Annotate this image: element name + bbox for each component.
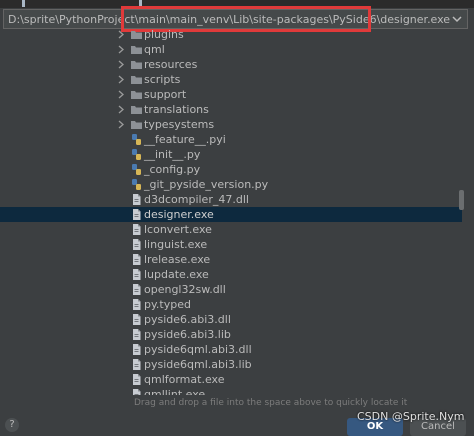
tree-item-label: qmlformat.exe xyxy=(144,373,225,386)
folder-icon xyxy=(131,76,142,84)
file-icon xyxy=(133,359,141,370)
drag-drop-hint: Drag and drop a file into the space abov… xyxy=(134,398,408,408)
file-icon xyxy=(133,314,141,325)
tree-item-label: translations xyxy=(144,103,209,116)
tree-item[interactable]: scripts xyxy=(0,72,462,87)
tree-item-label: pyside6qml.abi3.dll xyxy=(144,343,252,356)
file-icon xyxy=(133,299,141,310)
python-file-icon xyxy=(132,149,141,160)
path-input[interactable]: D:\sprite\PythonProject\main\main_venv\L… xyxy=(3,9,468,29)
tree-item-label: opengl32sw.dll xyxy=(144,283,226,296)
tab-marker xyxy=(139,0,142,7)
tree-item-label: lconvert.exe xyxy=(144,223,212,236)
tree-item[interactable]: linguist.exe xyxy=(0,237,462,252)
folder-icon xyxy=(131,46,142,54)
folder-icon xyxy=(131,31,142,39)
python-file-icon xyxy=(132,164,141,175)
tree-item[interactable]: pyside6.abi3.dll xyxy=(0,312,462,327)
tree-item-label: lupdate.exe xyxy=(144,268,209,281)
tree-item[interactable]: _config.py xyxy=(0,162,462,177)
tree-item[interactable]: support xyxy=(0,87,462,102)
tree-item[interactable]: designer.exe xyxy=(0,207,462,222)
folder-icon xyxy=(131,91,142,99)
tree-item-label: __feature__.pyi xyxy=(144,133,226,146)
file-icon xyxy=(133,209,141,220)
tree-item[interactable]: plugins xyxy=(0,30,462,42)
help-button[interactable]: ? xyxy=(5,418,19,432)
watermark: CSDN @Sprite.Nym xyxy=(357,410,465,423)
tree-item[interactable]: lrelease.exe xyxy=(0,252,462,267)
tree-item[interactable]: _git_pyside_version.py xyxy=(0,177,462,192)
chevron-right-icon[interactable] xyxy=(116,30,126,42)
tree-item[interactable]: qmllint.exe xyxy=(0,387,462,395)
tree-item[interactable]: __init__.py xyxy=(0,147,462,162)
file-icon xyxy=(133,344,141,355)
tab-marker xyxy=(22,0,25,7)
folder-icon xyxy=(131,61,142,69)
tree-item-label: _git_pyside_version.py xyxy=(144,178,269,191)
chevron-right-icon[interactable] xyxy=(116,57,126,72)
tree-item-label: py.typed xyxy=(144,298,191,311)
chevron-right-icon[interactable] xyxy=(116,72,126,87)
tree-item-label: designer.exe xyxy=(144,208,214,221)
tree-item[interactable]: d3dcompiler_47.dll xyxy=(0,192,462,207)
file-icon xyxy=(133,239,141,250)
tree-item-label: lrelease.exe xyxy=(144,253,211,266)
tree-item[interactable]: translations xyxy=(0,102,462,117)
tree-item[interactable]: lconvert.exe xyxy=(0,222,462,237)
file-icon xyxy=(133,269,141,280)
tree-item-label: pyside6.abi3.lib xyxy=(144,328,231,341)
tree-item-label: _config.py xyxy=(144,163,201,176)
file-icon xyxy=(133,329,141,340)
chevron-right-icon[interactable] xyxy=(116,117,126,132)
tree-item-label: qml xyxy=(144,43,165,56)
tree-item-label: __init__.py xyxy=(144,148,201,161)
tree-item[interactable]: __feature__.pyi xyxy=(0,132,462,147)
file-icon xyxy=(133,194,141,205)
chevron-right-icon[interactable] xyxy=(116,87,126,102)
folder-icon xyxy=(131,106,142,114)
tree-item[interactable]: pyside6.abi3.lib xyxy=(0,327,462,342)
chevron-right-icon[interactable] xyxy=(116,42,126,57)
chevron-right-icon[interactable] xyxy=(116,102,126,117)
tree-item-label: support xyxy=(144,88,187,101)
python-file-icon xyxy=(132,134,141,145)
chevron-down-icon[interactable] xyxy=(451,13,463,25)
tree-item[interactable]: qml xyxy=(0,42,462,57)
python-file-icon xyxy=(132,179,141,190)
tree-item[interactable]: pyside6qml.abi3.dll xyxy=(0,342,462,357)
tree-item-label: qmllint.exe xyxy=(144,388,206,395)
top-strip xyxy=(0,0,474,8)
file-icon xyxy=(133,224,141,235)
tree-item[interactable]: py.typed xyxy=(0,297,462,312)
tree-item-label: plugins xyxy=(144,30,184,41)
tree-item-label: pyside6qml.abi3.lib xyxy=(144,358,252,371)
folder-icon xyxy=(131,121,142,129)
path-input-value: D:\sprite\PythonProject\main\main_venv\L… xyxy=(8,13,451,26)
tree-item-label: scripts xyxy=(144,73,181,86)
tree-item-label: typesystems xyxy=(144,118,215,131)
file-icon xyxy=(133,389,141,395)
file-tree[interactable]: plugins qml resources scripts support transla… xyxy=(0,30,462,395)
file-icon xyxy=(133,284,141,295)
tree-item-label: linguist.exe xyxy=(144,238,208,251)
tree-item[interactable]: opengl32sw.dll xyxy=(0,282,462,297)
scrollbar-thumb[interactable] xyxy=(459,190,464,210)
tree-item[interactable]: qmlformat.exe xyxy=(0,372,462,387)
tree-item[interactable]: typesystems xyxy=(0,117,462,132)
tree-item-label: d3dcompiler_47.dll xyxy=(144,193,249,206)
tree-item-label: pyside6.abi3.dll xyxy=(144,313,231,326)
tree-item-label: resources xyxy=(144,58,198,71)
tree-item[interactable]: resources xyxy=(0,57,462,72)
file-icon xyxy=(133,254,141,265)
file-icon xyxy=(133,374,141,385)
tree-item[interactable]: lupdate.exe xyxy=(0,267,462,282)
tree-item[interactable]: pyside6qml.abi3.lib xyxy=(0,357,462,372)
